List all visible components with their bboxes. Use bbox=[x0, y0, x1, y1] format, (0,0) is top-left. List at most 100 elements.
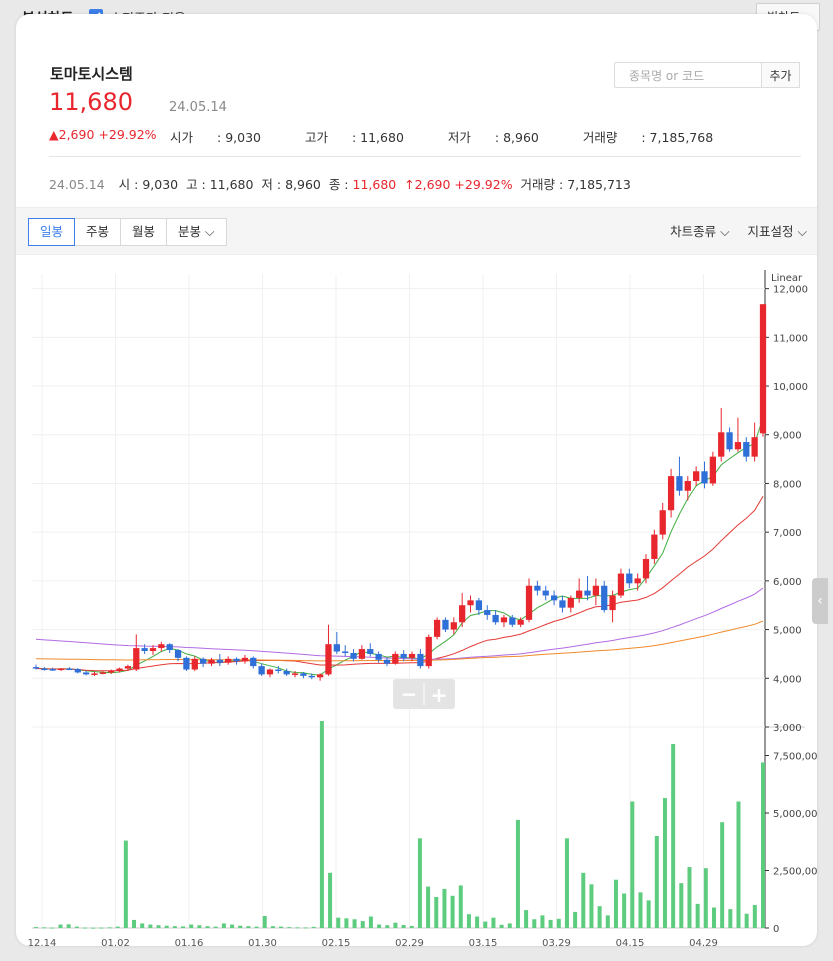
candle-body bbox=[550, 595, 558, 601]
volume-bar bbox=[679, 883, 684, 928]
candle-body bbox=[358, 649, 366, 659]
volume-bar bbox=[450, 895, 455, 928]
chart-type-menu[interactable]: 차트종류 ⌵ bbox=[670, 224, 729, 239]
x-tick-label: 02.15 bbox=[322, 938, 351, 946]
tab-daily[interactable]: 일봉 bbox=[28, 218, 76, 246]
scale-label: Linear bbox=[771, 273, 803, 284]
volume-bar bbox=[548, 919, 553, 928]
volume-bar bbox=[42, 927, 47, 929]
candle-body bbox=[734, 442, 742, 450]
volume-summary: 거래량 : 7,185,768 bbox=[582, 130, 714, 145]
stock-search-input[interactable]: 종목명 or 코드 bbox=[614, 62, 762, 88]
volume-bar bbox=[744, 913, 749, 928]
volume-bar bbox=[254, 926, 259, 928]
candle-body bbox=[225, 658, 232, 663]
x-tick-label: 04.29 bbox=[689, 938, 718, 946]
candle-body bbox=[258, 666, 265, 675]
info-high: 고 : 11,680 bbox=[186, 177, 254, 192]
tab-weekly[interactable]: 주봉 bbox=[74, 218, 122, 246]
volume-bar bbox=[319, 721, 324, 928]
candle-body bbox=[642, 558, 650, 579]
volume-bar bbox=[221, 923, 226, 928]
candle-body bbox=[601, 585, 608, 611]
candle-body bbox=[517, 619, 524, 625]
y-tick-label: 4,000 bbox=[773, 674, 802, 685]
volume-bar bbox=[303, 927, 308, 929]
candle-body bbox=[467, 600, 474, 606]
candle-body bbox=[342, 651, 349, 653]
candle-body bbox=[250, 657, 257, 667]
volume-bar bbox=[483, 921, 488, 928]
zoom-in-button[interactable]: + bbox=[431, 683, 448, 707]
candle-body bbox=[191, 658, 198, 670]
candle-body bbox=[408, 653, 416, 658]
volume-bar bbox=[695, 903, 700, 928]
add-stock-button[interactable]: 추가 bbox=[761, 62, 800, 88]
volume-tick-label: 7,500,000 bbox=[773, 752, 817, 763]
candle-body bbox=[83, 672, 90, 675]
x-tick-label: 01.30 bbox=[248, 938, 277, 946]
candle-body bbox=[459, 605, 466, 623]
volume-bar bbox=[123, 840, 128, 928]
info-close: 11,680 bbox=[352, 177, 397, 192]
volume-bar bbox=[99, 927, 104, 929]
candle-body bbox=[659, 510, 666, 535]
crosshair-info-line: 24.05.14 시 : 9,030 고 : 11,680 저 : 8,960 … bbox=[49, 174, 631, 193]
zoom-out-button[interactable]: − bbox=[401, 682, 418, 706]
divider bbox=[49, 156, 801, 157]
y-tick-label: 6,000 bbox=[773, 577, 802, 588]
candle-body bbox=[367, 649, 374, 654]
candle-body bbox=[300, 673, 307, 676]
candle-body bbox=[417, 653, 424, 667]
volume-bar bbox=[328, 872, 333, 928]
x-tick-label: 04.15 bbox=[616, 938, 645, 946]
volume-bar bbox=[662, 798, 667, 928]
volume-bar bbox=[409, 925, 414, 928]
chart-card: 토마토시스템 11,680 24.05.14 ▲2,690 +29.92% 시가… bbox=[16, 14, 817, 946]
volume-bar bbox=[83, 927, 88, 929]
chart-area[interactable]: 12.14 01.02 01.16 01.30 02.15 02.29 03.15 03.29… bbox=[16, 254, 817, 946]
volume-bar bbox=[156, 925, 161, 928]
volume-bar bbox=[417, 838, 422, 928]
info-open: 시 : 9,030 bbox=[118, 177, 179, 192]
candle-body bbox=[684, 481, 691, 491]
x-tick-label: 12.14 bbox=[28, 938, 57, 946]
volume-bar bbox=[507, 923, 512, 928]
chart-menus: 차트종류 ⌵ 지표설정 ⌵ bbox=[656, 221, 807, 240]
volume-bar bbox=[532, 919, 537, 928]
volume-bar bbox=[401, 925, 406, 928]
volume-bar bbox=[172, 926, 177, 928]
candle-body bbox=[751, 437, 758, 457]
candle-body bbox=[525, 585, 533, 620]
tab-monthly[interactable]: 월봉 bbox=[120, 218, 168, 246]
tab-minute[interactable]: 분봉 ⌵ bbox=[166, 218, 227, 246]
candle-body bbox=[634, 578, 641, 584]
side-panel-toggle[interactable]: ‹ bbox=[812, 578, 828, 624]
candle-body bbox=[57, 668, 65, 671]
indicator-settings-menu[interactable]: 지표설정 ⌵ bbox=[748, 224, 807, 239]
volume-bar bbox=[728, 909, 733, 928]
candle-body bbox=[400, 653, 407, 658]
candle-body bbox=[433, 619, 441, 637]
candlestick-chart[interactable]: 12.14 01.02 01.16 01.30 02.15 02.29 03.15 03.29… bbox=[16, 254, 817, 946]
volume-tick-label: 2,500,000 bbox=[773, 867, 817, 878]
candle-body bbox=[701, 471, 708, 484]
candle-body bbox=[116, 668, 123, 671]
volume-bar bbox=[34, 927, 38, 929]
volume-bar bbox=[140, 923, 145, 928]
volume-bar bbox=[50, 927, 55, 929]
candle-body bbox=[542, 590, 549, 596]
volume-bar bbox=[630, 801, 635, 928]
volume-bar bbox=[458, 885, 463, 928]
candle-body bbox=[651, 534, 658, 559]
candle-body bbox=[484, 610, 491, 615]
candle-body bbox=[32, 667, 40, 669]
change-percent: +29.92% bbox=[98, 127, 157, 142]
price-change: ▲2,690 +29.92% bbox=[49, 127, 157, 142]
candle-body bbox=[450, 622, 457, 630]
candle-body bbox=[609, 595, 616, 611]
volume-bar bbox=[238, 925, 243, 928]
candle-body bbox=[158, 644, 165, 649]
candle-body bbox=[41, 668, 48, 671]
volume-bar bbox=[189, 924, 194, 928]
